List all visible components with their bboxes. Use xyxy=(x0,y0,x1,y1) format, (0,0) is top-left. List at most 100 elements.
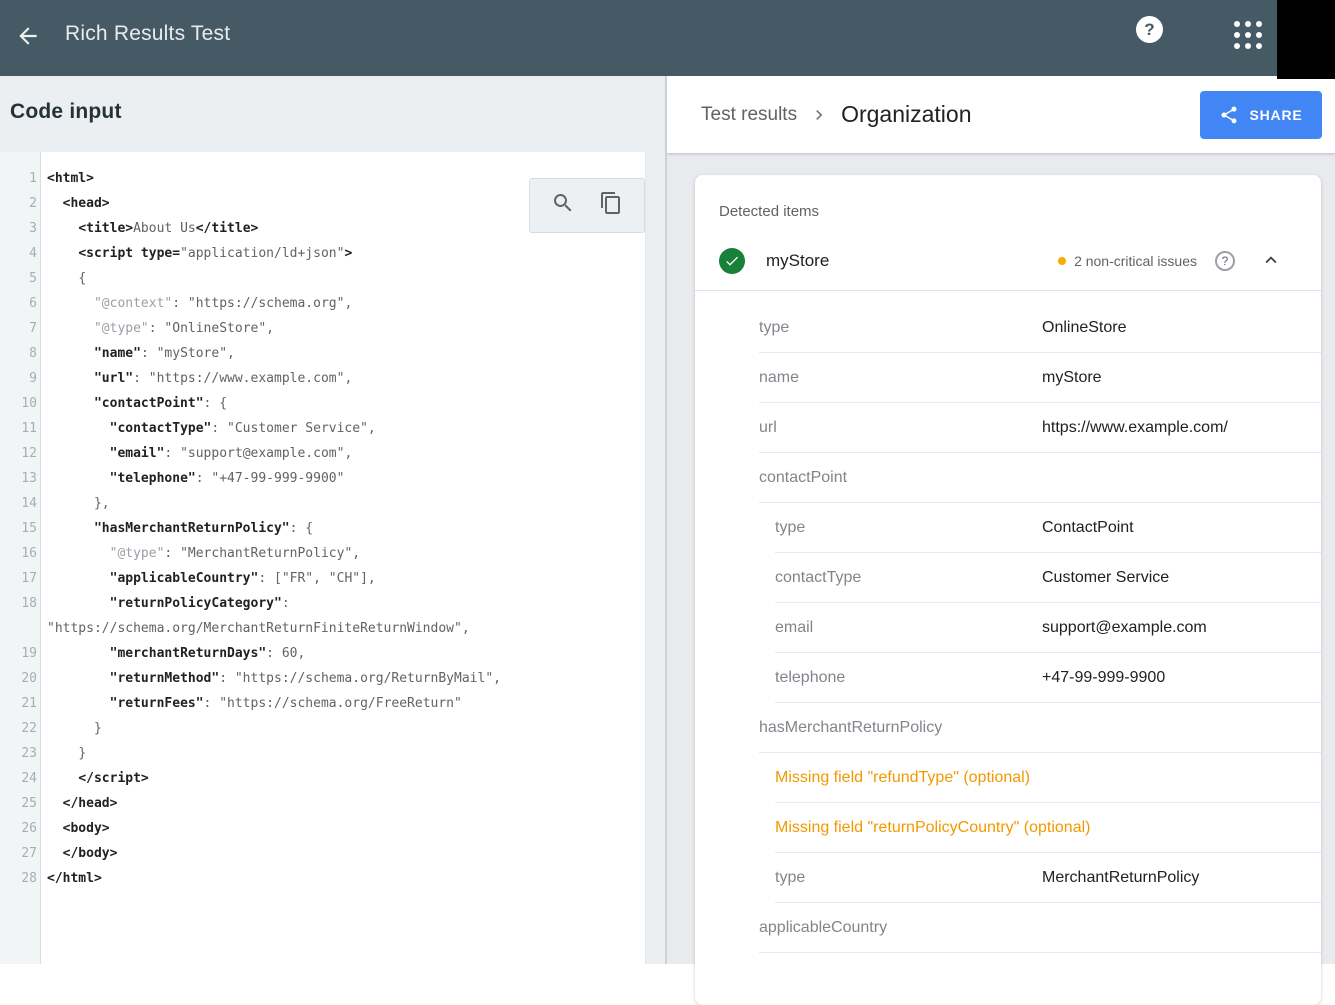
line-number: 12 xyxy=(0,441,42,466)
search-button[interactable] xyxy=(550,193,576,219)
code-line: 8 "name": "myStore", xyxy=(0,341,645,366)
detail-label: name xyxy=(759,369,1042,387)
detail-label: Missing field "returnPolicyCountry" (opt… xyxy=(775,819,1090,837)
line-number: 9 xyxy=(0,366,42,391)
code-line: 27 </body> xyxy=(0,841,645,866)
share-button-label: SHARE xyxy=(1249,107,1302,123)
code-text: } xyxy=(42,741,645,766)
code-editor[interactable]: 1<html>2 <head>3 <title>About Us</title>… xyxy=(0,152,665,964)
code-lines: 1<html>2 <head>3 <title>About Us</title>… xyxy=(0,166,645,891)
grid-dot-icon xyxy=(1245,43,1251,49)
share-icon xyxy=(1219,105,1239,125)
code-line: 14 }, xyxy=(0,491,645,516)
panel-divider xyxy=(665,76,667,964)
code-text: }, xyxy=(42,491,645,516)
code-text: <script type="application/ld+json"> xyxy=(42,241,645,266)
code-line: 11 "contactType": "Customer Service", xyxy=(0,416,645,441)
code-text: "@type": "OnlineStore", xyxy=(42,316,645,341)
help-outline-icon[interactable]: ? xyxy=(1215,251,1235,271)
detail-label: hasMerchantReturnPolicy xyxy=(759,719,1042,737)
code-line: 7 "@type": "OnlineStore", xyxy=(0,316,645,341)
detail-value: Customer Service xyxy=(1042,569,1169,587)
detail-label: contactType xyxy=(775,569,1042,587)
code-input-header: Code input xyxy=(0,76,665,152)
code-line: 15 "hasMerchantReturnPolicy": { xyxy=(0,516,645,541)
line-number: 18 xyxy=(0,591,42,641)
code-line: 22 } xyxy=(0,716,645,741)
apps-grid-button[interactable] xyxy=(1234,21,1262,49)
code-text: </body> xyxy=(42,841,645,866)
code-line: 10 "contactPoint": { xyxy=(0,391,645,416)
detail-label: url xyxy=(759,419,1042,437)
code-line: 13 "telephone": "+47-99-999-9900" xyxy=(0,466,645,491)
detected-item-header[interactable]: myStore 2 non-critical issues ? xyxy=(695,232,1321,290)
detail-value: support@example.com xyxy=(1042,619,1207,637)
detail-row: contactTypeCustomer Service xyxy=(775,553,1321,603)
code-line: 12 "email": "support@example.com", xyxy=(0,441,645,466)
line-number: 26 xyxy=(0,816,42,841)
page-title: Organization xyxy=(841,101,971,128)
code-line: 20 "returnMethod": "https://schema.org/R… xyxy=(0,666,645,691)
code-toolbar xyxy=(529,178,645,233)
detail-value: ContactPoint xyxy=(1042,519,1134,537)
detected-items-label: Detected items xyxy=(719,203,1321,220)
line-number: 10 xyxy=(0,391,42,416)
results-panel: Test results Organization SHARE Detected… xyxy=(667,76,1335,964)
chevron-up-icon xyxy=(1260,249,1282,274)
detail-label: Missing field "refundType" (optional) xyxy=(775,769,1030,787)
code-text: "email": "support@example.com", xyxy=(42,441,645,466)
issues-summary: 2 non-critical issues ? xyxy=(1058,249,1283,273)
detail-row: emailsupport@example.com xyxy=(775,603,1321,653)
results-header: Test results Organization SHARE xyxy=(667,76,1335,153)
code-text: "merchantReturnDays": 60, xyxy=(42,641,645,666)
detail-label: applicableCountry xyxy=(759,919,1042,937)
detail-value: myStore xyxy=(1042,369,1102,387)
collapse-button[interactable] xyxy=(1259,249,1283,273)
back-button[interactable] xyxy=(12,22,44,54)
code-text: "contactPoint": { xyxy=(42,391,645,416)
copy-icon xyxy=(599,191,623,220)
code-line: 24 </script> xyxy=(0,766,645,791)
breadcrumb-test-results[interactable]: Test results xyxy=(701,104,797,126)
code-line: 25 </head> xyxy=(0,791,645,816)
code-line: 9 "url": "https://www.example.com", xyxy=(0,366,645,391)
line-number: 24 xyxy=(0,766,42,791)
issues-summary-text: 2 non-critical issues xyxy=(1074,253,1197,269)
code-text: "returnMethod": "https://schema.org/Retu… xyxy=(42,666,645,691)
line-number: 19 xyxy=(0,641,42,666)
app-bar: Rich Results Test ? xyxy=(0,0,1335,76)
help-button[interactable]: ? xyxy=(1136,16,1163,43)
share-button[interactable]: SHARE xyxy=(1200,91,1322,139)
line-number: 25 xyxy=(0,791,42,816)
detected-item-name: myStore xyxy=(766,251,829,271)
code-text: "contactType": "Customer Service", xyxy=(42,416,645,441)
check-circle-icon xyxy=(719,248,745,274)
breadcrumb: Test results Organization xyxy=(667,101,972,128)
code-scrollbar[interactable] xyxy=(645,152,665,964)
detail-label: email xyxy=(775,619,1042,637)
detail-value: +47-99-999-9900 xyxy=(1042,669,1165,687)
missing-field-row[interactable]: Missing field "refundType" (optional) xyxy=(775,753,1321,803)
detail-row: telephone+47-99-999-9900 xyxy=(775,653,1321,703)
detail-row: typeMerchantReturnPolicy xyxy=(775,853,1321,903)
copy-button[interactable] xyxy=(598,193,624,219)
line-number: 20 xyxy=(0,666,42,691)
grid-dot-icon xyxy=(1256,21,1262,27)
app-title: Rich Results Test xyxy=(65,22,230,46)
grid-dot-icon xyxy=(1245,32,1251,38)
code-text: "telephone": "+47-99-999-9900" xyxy=(42,466,645,491)
code-line: 19 "merchantReturnDays": 60, xyxy=(0,641,645,666)
detail-label: type xyxy=(759,319,1042,337)
detail-row: contactPoint xyxy=(759,453,1321,503)
grid-dot-icon xyxy=(1256,43,1262,49)
line-number: 1 xyxy=(0,166,42,191)
code-text: "returnPolicyCategory": "https://schema.… xyxy=(42,591,645,641)
line-number: 16 xyxy=(0,541,42,566)
missing-field-row[interactable]: Missing field "returnPolicyCountry" (opt… xyxy=(775,803,1321,853)
grid-dot-icon xyxy=(1256,32,1262,38)
grid-dot-icon xyxy=(1234,21,1240,27)
line-number: 13 xyxy=(0,466,42,491)
detail-row: hasMerchantReturnPolicy xyxy=(759,703,1321,753)
code-text: "@context": "https://schema.org", xyxy=(42,291,645,316)
code-text: </script> xyxy=(42,766,645,791)
